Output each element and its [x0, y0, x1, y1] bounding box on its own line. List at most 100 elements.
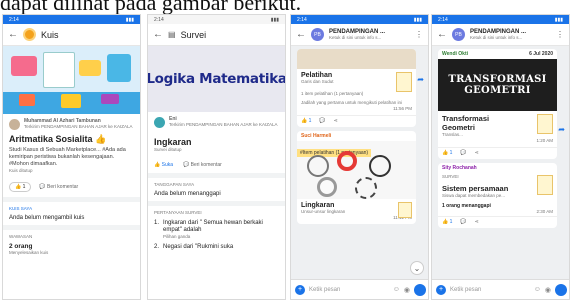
message-input-bar: + Ketik pesan ☺ ◉	[291, 279, 428, 299]
signal-icon: ▮▮▮	[270, 16, 279, 23]
share-icon[interactable]: ⋖	[475, 150, 479, 156]
comment-icon[interactable]: 💬	[460, 219, 466, 225]
question-text: Negasi dari "Rukmini suka	[163, 244, 234, 250]
date-label: 6 Jul 2020	[529, 51, 553, 57]
scroll-down-icon[interactable]: ⌄	[410, 261, 424, 275]
app-bar: ← Kuis	[3, 24, 140, 46]
status-time: 2:14	[9, 16, 19, 23]
question-type: Pilihan ganda	[163, 234, 191, 239]
add-icon[interactable]: +	[436, 284, 446, 295]
status-bar: 2:14 ▮▮▮	[432, 15, 569, 24]
quiz-description: Studi Kasus di Sebuah Marketplace... #Ad…	[9, 147, 126, 167]
comment-icon: 💬	[39, 184, 46, 190]
posted-prefix: Terkirim	[169, 122, 185, 127]
lesson-card[interactable]: Wendi Okti 6 Jul 2020 TRANSFORMASI GEOME…	[438, 49, 557, 159]
group-avatar[interactable]: PB	[452, 28, 465, 41]
banner-line-1: TRANSFORMASI	[448, 74, 547, 85]
thumbs-up-icon: 👍	[154, 162, 161, 168]
quiz-banner-image	[3, 46, 140, 114]
author-avatar[interactable]	[9, 118, 20, 130]
response-label: TANGGAPAN SAYA	[154, 182, 195, 187]
circle-image: #Item pelatihan (1 pertanyaan)	[297, 141, 416, 199]
app-bar: ← PB PENDAMPINGAN ... Ketuk di sini untu…	[291, 24, 428, 46]
survey-screen: 2:14 ▮▮▮ ← ▤ Survei Logika Matematika Eni…	[147, 14, 286, 300]
banner-line-2: GEOMETRI	[464, 85, 531, 96]
like-button[interactable]: 👍 1	[442, 219, 452, 225]
message-input[interactable]: Ketik pesan	[309, 287, 389, 293]
like-button[interactable]: 👍 Suka	[154, 162, 173, 168]
message-input-bar: + Ketik pesan ☺ ◉	[432, 279, 569, 299]
comment-button[interactable]: 💬 Beri komentar	[39, 184, 78, 190]
survey-card[interactable]: Sity Rochanah SURVEI Sistem persamaan Si…	[438, 163, 557, 228]
like-count: 1	[308, 118, 312, 124]
mic-icon[interactable]	[414, 283, 426, 296]
signal-icon: ▮▮▮	[554, 16, 563, 23]
survey-banner: Logika Matematika	[148, 46, 285, 112]
question-number: 2.	[154, 244, 160, 250]
quiz-title: Aritmatika Sosialita 👍	[9, 134, 107, 144]
back-arrow-icon[interactable]: ←	[296, 29, 306, 40]
message-input[interactable]: Ketik pesan	[450, 287, 530, 293]
training-image	[297, 49, 416, 69]
forward-icon[interactable]: ➦	[417, 75, 424, 84]
question-number: 1.	[154, 220, 160, 226]
comment-button[interactable]: 💬 Beri komentar	[183, 162, 222, 168]
share-icon[interactable]: ⋖	[475, 219, 479, 225]
question-item[interactable]: 1. Ingkaran dari " Semua hewan berkaki e…	[154, 220, 279, 240]
document-icon	[537, 114, 553, 134]
group-subtitle: Ketuk di sini untuk info s...	[329, 34, 382, 40]
back-arrow-icon[interactable]: ←	[437, 29, 447, 40]
training-card[interactable]: Suci Harmeli #Item pelatihan (1 pertanya…	[297, 131, 416, 224]
quiz-logo-icon	[23, 28, 36, 41]
page-title: Kuis	[41, 29, 59, 40]
comment-icon[interactable]: 💬	[319, 118, 325, 124]
comment-icon[interactable]: 💬	[460, 150, 466, 156]
comment-icon: 💬	[183, 162, 190, 168]
sender-name: Suci Harmeli	[301, 133, 332, 139]
mic-icon[interactable]	[555, 283, 567, 296]
posted-prefix: Terkirim	[24, 124, 40, 129]
like-count: 1	[22, 184, 26, 190]
document-icon	[537, 175, 553, 195]
emoji-icon[interactable]: ☺	[534, 286, 541, 293]
status-time: 2:14	[297, 16, 307, 23]
section-text: Anda belum mengambil kuis	[9, 215, 85, 221]
question-item[interactable]: 2. Negasi dari "Rukmini suka	[154, 244, 279, 251]
more-options-icon[interactable]: ⋮	[415, 30, 423, 39]
app-bar: ← PB PENDAMPINGAN ... Ketuk di sini untu…	[432, 24, 569, 46]
share-icon[interactable]: ⋖	[334, 118, 338, 124]
like-count: 1	[449, 150, 453, 156]
like-button[interactable]: 👍 1	[442, 150, 452, 156]
status-time: 2:14	[438, 16, 448, 23]
posted-in-group: PENDAMPINGAN BAHAN AJAR ke KAIZALA	[186, 122, 278, 127]
more-options-icon[interactable]: ⋮	[556, 30, 564, 39]
like-button[interactable]: 👍 1	[301, 118, 311, 124]
group-chat-screen-2: 2:14 ▮▮▮ ← PB PENDAMPINGAN ... Ketuk di s…	[431, 14, 570, 300]
wawasan-label: WAWASAN	[9, 234, 33, 239]
card-time: 1:20 AM	[536, 138, 553, 143]
comment-label: Beri komentar	[47, 184, 79, 190]
signal-icon: ▮▮▮	[125, 16, 134, 23]
back-arrow-icon[interactable]: ←	[8, 29, 18, 40]
back-arrow-icon[interactable]: ←	[153, 29, 163, 40]
card-title: Transformasi Geometri	[442, 114, 490, 132]
survey-icon: ▤	[168, 30, 176, 39]
page-title: Survei	[180, 29, 207, 40]
group-chat-screen: 2:14 ▮▮▮ ← PB PENDAMPINGAN ... Ketuk di s…	[290, 14, 429, 300]
emoji-icon[interactable]: ☺	[393, 286, 400, 293]
status-bar: 2:14 ▮▮▮	[148, 15, 285, 24]
card-title: Lingkaran	[301, 202, 335, 209]
posted-in-group: PENDAMPINGAN BAHAN AJAR ke KAIZALA	[41, 124, 133, 129]
camera-icon[interactable]: ◉	[545, 286, 551, 294]
camera-icon[interactable]: ◉	[404, 286, 410, 294]
group-avatar[interactable]: PB	[311, 28, 324, 41]
banner-text: Logika Matematika	[147, 71, 286, 87]
forward-icon[interactable]: ➦	[558, 125, 565, 134]
training-card[interactable]: Pelatihan Garis dan Sudut 1 item pelatih…	[297, 49, 416, 127]
document-icon	[396, 72, 412, 92]
author-avatar[interactable]	[154, 116, 165, 128]
add-icon[interactable]: +	[295, 284, 305, 295]
app-bar: ← ▤ Survei	[148, 24, 285, 46]
like-button[interactable]: 👍 1	[9, 182, 32, 192]
lesson-banner: TRANSFORMASI GEOMETRI	[438, 59, 557, 111]
